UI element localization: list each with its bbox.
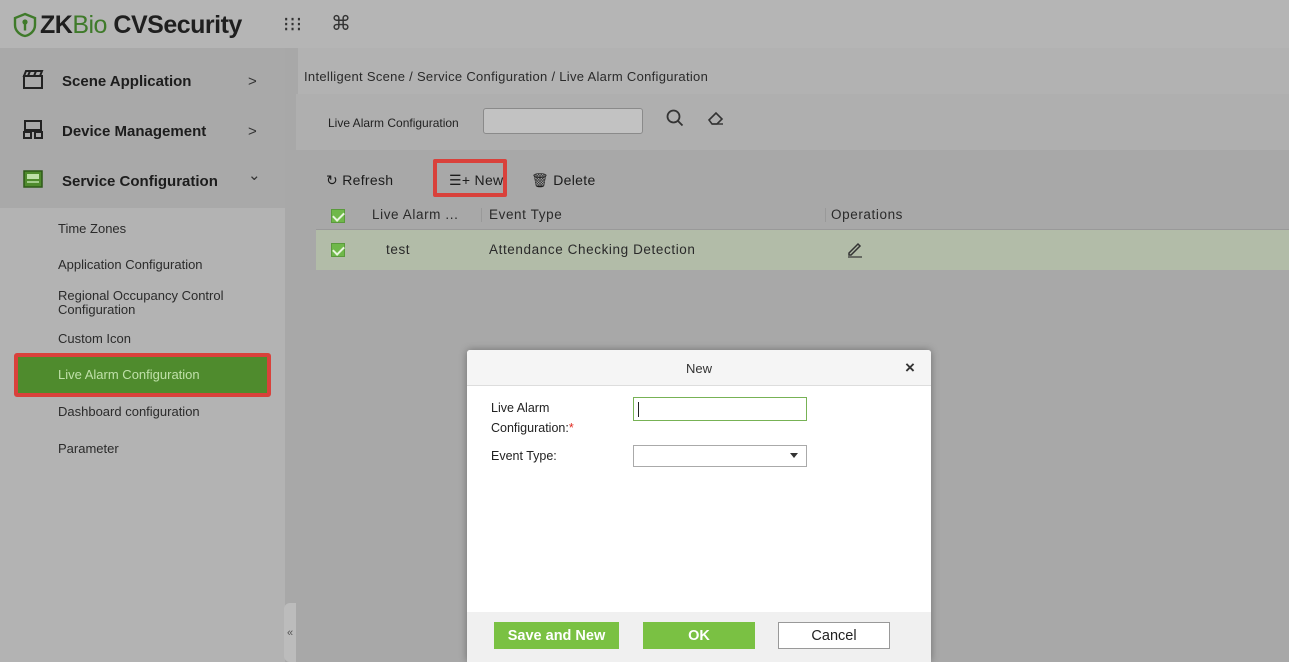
search-input[interactable]: [483, 108, 643, 134]
chevron-right-icon: >: [248, 72, 257, 90]
search-icon[interactable]: [665, 108, 685, 128]
sidebar-collapse-button[interactable]: «: [284, 603, 296, 662]
edit-icon[interactable]: [846, 240, 864, 258]
event-type-select[interactable]: [633, 445, 807, 467]
toolbar: ↻ Refresh ☰+ New 🗑 Delete: [316, 158, 1289, 198]
event-type-label: Event Type:: [491, 449, 557, 463]
device-icon: [23, 120, 43, 139]
column-header[interactable]: Live Alarm ...: [372, 207, 458, 222]
data-table: Live Alarm ... Event Type Operations tes…: [316, 200, 1289, 270]
required-mark: *: [568, 421, 574, 435]
sidebar-item-application-configuration[interactable]: Application Configuration: [58, 258, 203, 272]
column-separator: [481, 208, 482, 222]
menu-label: Scene Application: [62, 72, 192, 90]
chevron-down-icon: ⌄: [248, 167, 261, 184]
close-icon[interactable]: ×: [905, 358, 915, 378]
menu-label: Device Management: [62, 122, 207, 140]
sidebar-item-parameter[interactable]: Parameter: [58, 442, 119, 456]
dropdown-arrow-icon: [790, 453, 798, 458]
add-list-icon: ☰+: [449, 172, 475, 188]
cell-name: test: [386, 242, 411, 257]
service-configuration-submenu: Time Zones Application Configuration Reg…: [0, 208, 285, 662]
sidebar-item-time-zones[interactable]: Time Zones: [58, 222, 126, 236]
table-header: Live Alarm ... Event Type Operations: [316, 200, 1289, 230]
menu-label: Service Configuration: [62, 172, 218, 190]
top-bar: ZKBio CVSecurity ⁝⁝⁝ ⌘: [0, 0, 1289, 48]
shield-logo-icon: [13, 12, 37, 38]
cell-event-type: Attendance Checking Detection: [489, 242, 696, 257]
command-icon[interactable]: ⌘: [331, 11, 351, 36]
sidebar-item-custom-icon[interactable]: Custom Icon: [58, 332, 131, 346]
search-label: Live Alarm Configuration: [328, 116, 459, 130]
menu-service-configuration[interactable]: Service Configuration ⌄: [0, 156, 285, 206]
sidebar: Scene Application > Device Management > …: [0, 48, 285, 662]
search-panel: Live Alarm Configuration: [296, 94, 1289, 150]
dialog-footer: Save and New OK Cancel: [467, 612, 931, 662]
live-alarm-configuration-input[interactable]: [633, 397, 807, 421]
sidebar-item-live-alarm-configuration[interactable]: Live Alarm Configuration: [18, 357, 267, 393]
sidebar-item-dashboard-configuration[interactable]: Dashboard configuration: [58, 405, 200, 419]
app-title: ZKBio CVSecurity: [40, 10, 242, 39]
column-header[interactable]: Event Type: [489, 207, 562, 222]
menu-device-management[interactable]: Device Management >: [0, 106, 285, 156]
row-checkbox[interactable]: [331, 243, 345, 257]
column-header[interactable]: Operations: [831, 207, 903, 222]
live-alarm-configuration-label: Live Alarm Configuration:*: [491, 401, 574, 435]
eraser-icon[interactable]: [706, 108, 726, 128]
select-all-checkbox[interactable]: [331, 209, 345, 223]
dialog-header: New ×: [467, 350, 931, 386]
app-logo[interactable]: ZKBio CVSecurity: [12, 10, 242, 40]
ok-button[interactable]: OK: [643, 622, 755, 649]
cancel-button[interactable]: Cancel: [778, 622, 890, 649]
save-and-new-button[interactable]: Save and New: [494, 622, 619, 649]
text-caret: [638, 402, 639, 417]
column-separator: [825, 208, 826, 222]
refresh-button[interactable]: ↻ Refresh: [326, 172, 393, 189]
new-dialog: New × Live Alarm Configuration:* Event Ty…: [467, 350, 931, 662]
apps-grid-icon[interactable]: ⁝⁝⁝: [283, 12, 302, 37]
trash-icon: 🗑: [531, 172, 554, 188]
service-icon: [23, 170, 43, 188]
new-button[interactable]: ☰+ New: [449, 172, 503, 189]
chevron-right-icon: >: [248, 122, 257, 140]
table-row[interactable]: test Attendance Checking Detection: [316, 230, 1289, 270]
menu-scene-application[interactable]: Scene Application >: [0, 56, 285, 106]
delete-button[interactable]: 🗑 Delete: [531, 172, 596, 189]
clapperboard-icon: [22, 70, 44, 89]
refresh-icon: ↻: [326, 172, 343, 188]
sidebar-item-regional-occupancy[interactable]: Regional Occupancy Control Configuration: [58, 289, 268, 317]
dialog-title: New: [685, 361, 712, 376]
breadcrumb: Intelligent Scene / Service Configuratio…: [298, 48, 1289, 94]
